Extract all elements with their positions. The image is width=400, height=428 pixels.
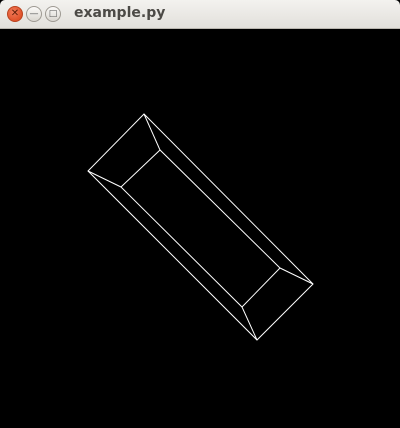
window-title: example.py bbox=[74, 5, 166, 21]
edge-left bbox=[87, 170, 122, 188]
title-bar[interactable]: ✕ — □ example.py bbox=[0, 0, 400, 29]
close-icon[interactable]: ✕ bbox=[7, 6, 23, 22]
edge-top bbox=[143, 113, 161, 151]
outer-face bbox=[87, 113, 314, 341]
edge-bottom bbox=[241, 306, 258, 341]
window-controls: ✕ — □ bbox=[7, 6, 61, 22]
maximize-icon[interactable]: □ bbox=[45, 6, 61, 22]
minimize-icon[interactable]: — bbox=[26, 6, 42, 22]
wireframe-shape bbox=[87, 113, 314, 341]
drawing-canvas[interactable] bbox=[0, 29, 400, 428]
app-window: ✕ — □ example.py bbox=[0, 0, 400, 428]
edge-right bbox=[279, 267, 314, 285]
